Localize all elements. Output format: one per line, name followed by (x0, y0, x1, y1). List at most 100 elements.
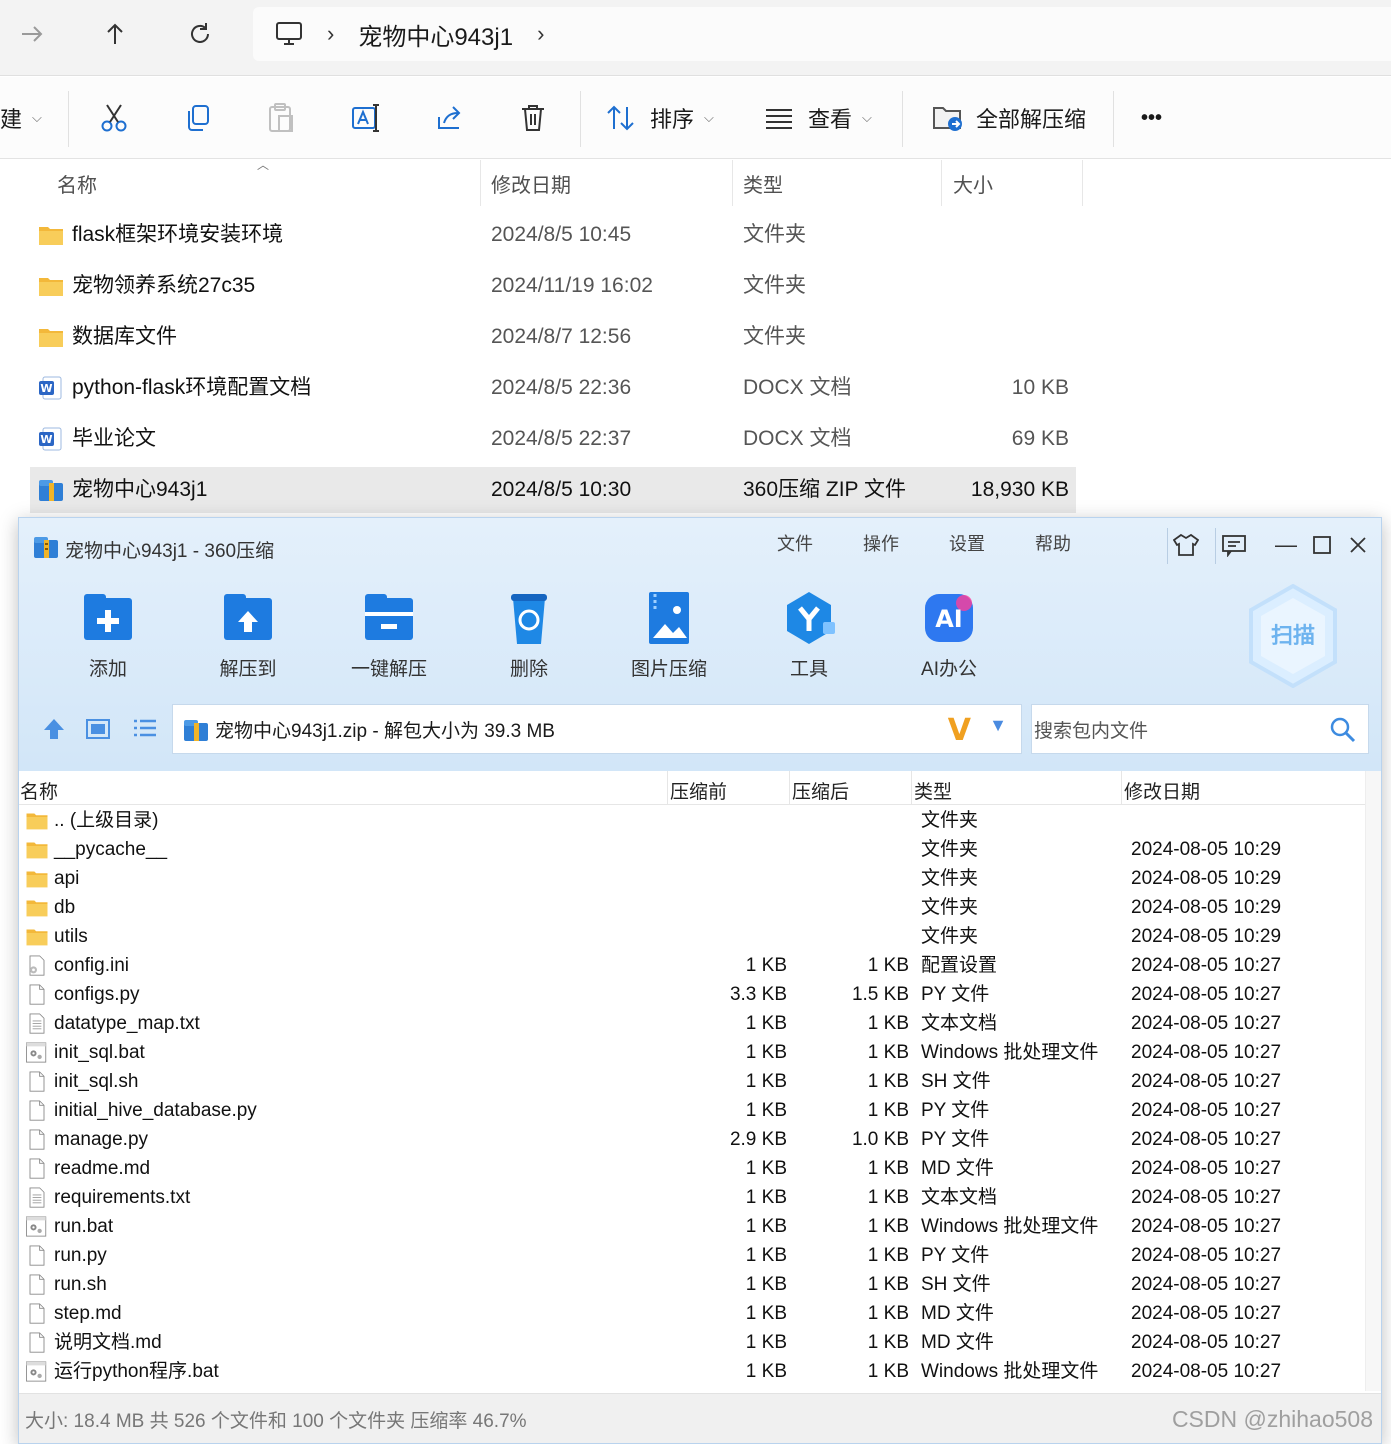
column-divider[interactable] (789, 771, 790, 805)
archive-row[interactable]: run.bat 1 KB 1 KB Windows 批处理文件 2024-08-05 1… (19, 1212, 1381, 1241)
tool-button-add[interactable]: 添加 (53, 588, 163, 681)
blank-file-icon (29, 1129, 45, 1150)
menu-operate[interactable]: 操作 (863, 530, 899, 556)
column-header-name[interactable]: 名称 (57, 160, 97, 206)
tool-button-delete[interactable]: 删除 (474, 588, 584, 681)
view-button[interactable]: 查看 ⌵ (764, 97, 872, 139)
archive-row[interactable]: run.py 1 KB 1 KB PY 文件 2024-08-05 10:27 (19, 1241, 1381, 1270)
column-header-before[interactable]: 压缩前 (670, 777, 727, 804)
scan-button[interactable]: 扫描 (1247, 584, 1339, 688)
archive-entry-size-before: 1 KB (745, 1332, 787, 1353)
sort-button[interactable]: 排序 ⌵ (606, 97, 714, 139)
archive-row[interactable]: 运行python程序.bat 1 KB 1 KB Windows 批处理文件 2024-… (19, 1357, 1381, 1386)
archive-row[interactable]: init_sql.bat 1 KB 1 KB Windows 批处理文件 2024-08… (19, 1038, 1381, 1067)
menu-help[interactable]: 帮助 (1035, 530, 1071, 556)
archive-row[interactable]: db 文件夹 2024-08-05 10:29 (19, 893, 1381, 922)
up-level-icon[interactable] (39, 714, 69, 744)
archive-row[interactable]: .. (上级目录) 文件夹 (19, 806, 1381, 835)
column-header-type[interactable]: 类型 (743, 160, 783, 206)
menu-settings[interactable]: 设置 (949, 530, 985, 556)
tool-button-tools[interactable]: 工具 (754, 588, 864, 681)
archive-row[interactable]: utils 文件夹 2024-08-05 10:29 (19, 922, 1381, 951)
archive-row[interactable]: config.ini 1 KB 1 KB 配置设置 2024-08-05 10:27 (19, 951, 1381, 980)
file-row[interactable]: W 毕业论文 2024/8/5 22:37 DOCX 文档 69 KB (30, 416, 1076, 462)
caret-down-icon[interactable]: ▼ (989, 715, 1007, 736)
column-header-after[interactable]: 压缩后 (792, 777, 849, 804)
copy-button[interactable] (184, 97, 212, 139)
archive-path-field[interactable]: 宠物中心943j1.zip - 解包大小为 39.3 MB V ▼ (172, 704, 1022, 754)
share-button[interactable] (435, 97, 465, 139)
archive-row[interactable]: datatype_map.txt 1 KB 1 KB 文本文档 2024-08-05 1… (19, 1009, 1381, 1038)
archive-entry-modified: 2024-08-05 10:27 (1131, 1071, 1282, 1092)
shirt-icon (1173, 533, 1199, 556)
archive-row[interactable]: __pycache__ 文件夹 2024-08-05 10:29 (19, 835, 1381, 864)
column-divider[interactable] (1082, 160, 1083, 206)
archive-row[interactable]: init_sql.sh 1 KB 1 KB SH 文件 2024-08-05 10:27 (19, 1067, 1381, 1096)
skin-button[interactable] (1169, 528, 1203, 562)
column-divider[interactable] (1121, 771, 1122, 805)
ai-office-icon: AI (925, 594, 973, 642)
minimize-button[interactable]: — (1269, 528, 1303, 562)
file-row[interactable]: flask框架环境安装环境 2024/8/5 10:45 文件夹 (30, 212, 1076, 258)
folder-icon (26, 900, 48, 917)
address-bar: › 宠物中心943j1 › (0, 0, 1391, 76)
column-divider[interactable] (480, 160, 481, 206)
menu-file[interactable]: 文件 (777, 530, 813, 556)
thumbnail-view-icon[interactable] (83, 714, 113, 744)
close-button[interactable] (1341, 528, 1375, 562)
column-divider[interactable] (732, 160, 733, 206)
column-divider[interactable] (941, 160, 942, 206)
column-header-modified[interactable]: 修改日期 (491, 160, 571, 206)
file-row[interactable]: 数据库文件 2024/8/7 12:56 文件夹 (30, 314, 1076, 360)
archive-row[interactable]: requirements.txt 1 KB 1 KB 文本文档 2024-08-05 1… (19, 1183, 1381, 1212)
archive-row[interactable]: initial_hive_database.py 1 KB 1 KB PY 文件 202… (19, 1096, 1381, 1125)
archive-row[interactable]: step.md 1 KB 1 KB MD 文件 2024-08-05 10:27 (19, 1299, 1381, 1328)
feedback-button[interactable] (1217, 528, 1251, 562)
v-logo-icon[interactable]: V (948, 713, 971, 748)
vertical-scrollbar[interactable] (1365, 771, 1381, 1391)
archive-row[interactable]: api 文件夹 2024-08-05 10:29 (19, 864, 1381, 893)
tool-button-image-compress[interactable]: 图片压缩 (614, 588, 724, 681)
computer-icon (275, 20, 303, 48)
tool-button-extract-to[interactable]: 解压到 (193, 588, 303, 681)
rename-button[interactable] (351, 97, 383, 139)
archive-row[interactable]: configs.py 3.3 KB 1.5 KB PY 文件 2024-08-05 10… (19, 980, 1381, 1009)
tool-label: 删除 (509, 659, 548, 680)
archive-row[interactable]: run.sh 1 KB 1 KB SH 文件 2024-08-05 10:27 (19, 1270, 1381, 1299)
file-row[interactable]: 宠物领养系统27c35 2024/11/19 16:02 文件夹 (30, 263, 1076, 309)
tool-label: 图片压缩 (630, 659, 707, 680)
column-divider[interactable] (667, 771, 668, 805)
breadcrumb-item[interactable]: 宠物中心943j1 (358, 17, 513, 52)
maximize-button[interactable] (1305, 528, 1339, 562)
archive-row[interactable]: manage.py 2.9 KB 1.0 KB PY 文件 2024-08-05 10:… (19, 1125, 1381, 1154)
extract-all-button[interactable]: 全部解压缩 (932, 97, 1086, 139)
column-header-name[interactable]: 名称 (20, 777, 58, 804)
more-options-button[interactable]: ••• (1141, 97, 1162, 139)
forward-button[interactable] (12, 14, 52, 54)
up-button[interactable] (95, 14, 135, 54)
chevron-right-icon[interactable]: › (537, 21, 544, 47)
file-row[interactable]: 宠物中心943j1 2024/8/5 10:30 360压缩 ZIP 文件 18,93… (30, 467, 1076, 513)
column-header-type[interactable]: 类型 (914, 777, 952, 804)
archive-entry-name: utils (54, 926, 88, 947)
archive-entry-size-after: 1 KB (867, 1274, 909, 1295)
search-icon[interactable] (1328, 715, 1358, 745)
column-divider[interactable] (911, 771, 912, 805)
detail-view-icon[interactable] (130, 714, 160, 744)
tool-button-one-click-extract[interactable]: 一键解压 (334, 588, 444, 681)
archive-row[interactable]: 说明文档.md 1 KB 1 KB MD 文件 2024-08-05 10:27 (19, 1328, 1381, 1357)
archive-row[interactable]: readme.md 1 KB 1 KB MD 文件 2024-08-05 10:27 (19, 1154, 1381, 1183)
cut-button[interactable] (100, 97, 128, 139)
new-button[interactable]: 建 ⌵ (0, 97, 42, 139)
paste-button[interactable] (267, 97, 295, 139)
delete-button[interactable] (519, 97, 547, 139)
breadcrumb[interactable]: › 宠物中心943j1 › (253, 7, 1391, 61)
tool-button-ai-office[interactable]: AI AI办公 (894, 588, 1004, 681)
column-header-modified[interactable]: 修改日期 (1124, 777, 1200, 804)
blank-file-icon (29, 1245, 45, 1266)
column-header-size[interactable]: 大小 (953, 160, 993, 206)
zip-archive-icon (184, 720, 208, 741)
file-row[interactable]: Wpython-flask环境配置文档 2024/8/5 22:36 DOCX 文档… (30, 365, 1076, 411)
refresh-button[interactable] (180, 14, 220, 54)
archive-search-input[interactable]: 搜索包内文件 (1031, 704, 1369, 754)
